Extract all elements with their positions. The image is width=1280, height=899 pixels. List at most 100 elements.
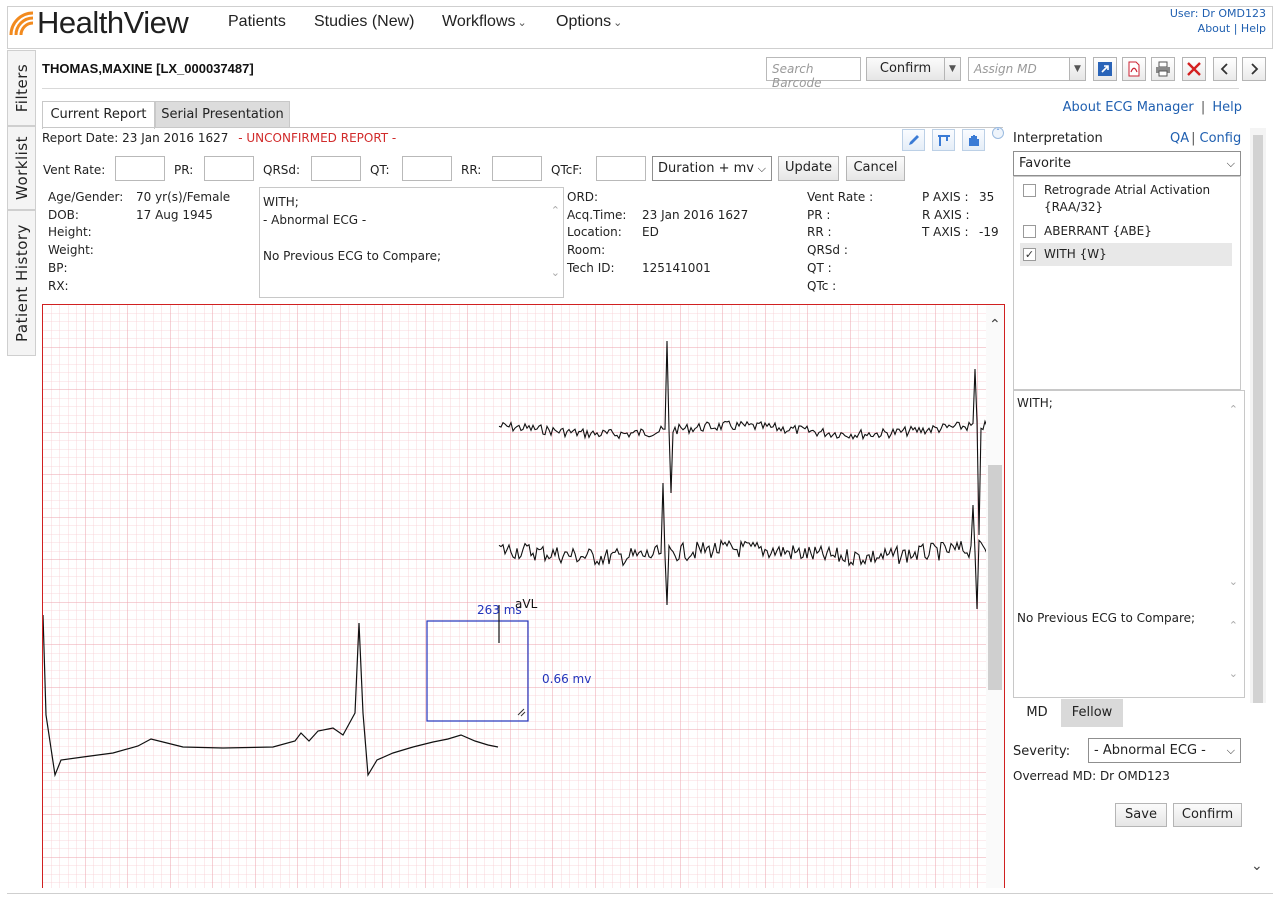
scroll-up-icon[interactable]: ⌃ xyxy=(989,317,1001,333)
ecg-manager-links: About ECG Manager | Help xyxy=(1063,100,1242,115)
caliper-icon[interactable] xyxy=(932,129,955,151)
report-date: Report Date: 23 Jan 2016 1627 - UNCONFIR… xyxy=(42,131,396,145)
qt-label: QT: xyxy=(370,163,390,177)
tab-serial-presentation[interactable]: Serial Presentation xyxy=(155,101,290,128)
qrsd-field[interactable] xyxy=(311,156,361,181)
tab-current-report[interactable]: Current Report xyxy=(42,101,155,129)
pdf-icon[interactable] xyxy=(1122,57,1146,81)
logo-icon xyxy=(9,11,34,36)
about-link[interactable]: About xyxy=(1198,22,1231,35)
hand-icon[interactable] xyxy=(962,129,985,151)
update-button[interactable]: Update xyxy=(778,156,839,181)
tab-filters[interactable]: Filters xyxy=(7,50,36,126)
divider xyxy=(42,88,1239,89)
save-button[interactable]: Save xyxy=(1115,803,1167,827)
interpretation-statements[interactable]: WITH; No Previous ECG to Compare; ⌃ ⌄ ⌃ … xyxy=(1013,390,1245,698)
pr-field[interactable] xyxy=(204,156,254,181)
qt-field[interactable] xyxy=(402,156,452,181)
scroll-up-icon[interactable]: ⌃ xyxy=(551,202,560,220)
ecg-tracing-area[interactable]: 263 ms aVL 0.66 mv xyxy=(42,304,1005,888)
nav-patients[interactable]: Patients xyxy=(228,13,286,31)
scroll-down-icon[interactable]: ⌄ xyxy=(1229,667,1238,680)
demographics-values: 70 yr(s)/Female 17 Aug 1945 xyxy=(136,189,230,224)
tab-label: Patient History xyxy=(12,224,31,342)
scrollbar-thumb[interactable] xyxy=(988,465,1002,690)
weight-label: Weight: xyxy=(48,243,94,258)
age-gender-value: 70 yr(s)/Female xyxy=(136,190,231,204)
next-icon[interactable] xyxy=(1242,57,1266,81)
tab-md[interactable]: MD xyxy=(1013,699,1061,727)
pr-label: PR: xyxy=(174,163,194,177)
vent-rate-label: Vent Rate : xyxy=(807,190,874,204)
comment-line: - Abnormal ECG - xyxy=(263,213,367,227)
scrollbar-thumb[interactable] xyxy=(1253,135,1263,703)
qtcf-field[interactable] xyxy=(596,156,646,181)
t-axis-value: -19 xyxy=(979,225,999,240)
interp-item-with[interactable]: ✓ WITH {W} xyxy=(1020,243,1232,266)
app-name: HealthView xyxy=(37,5,189,40)
collapse-icon[interactable]: ˆ xyxy=(992,127,1004,139)
top-navigation-bar xyxy=(7,6,1273,49)
scroll-up-icon[interactable]: ⌃ xyxy=(1229,619,1238,632)
scroll-down-icon[interactable]: ⌄ xyxy=(551,264,560,282)
nav-label: Options xyxy=(556,13,612,30)
nav-options[interactable]: Options ⌄ xyxy=(556,13,622,31)
report-status: - UNCONFIRMED REPORT - xyxy=(238,131,397,145)
favorite-select[interactable]: Favorite ⌵ xyxy=(1013,151,1241,176)
scroll-down-icon[interactable]: ⌄ xyxy=(1229,575,1238,588)
location-label: Location: xyxy=(567,225,622,240)
report-comment-box[interactable]: WITH; - Abnormal ECG - No Previous ECG t… xyxy=(259,187,564,298)
statement-line: No Previous ECG to Compare; xyxy=(1017,611,1196,625)
interp-item-raa[interactable]: Retrograde Atrial Activation {RAA/32} xyxy=(1020,179,1232,219)
tech-id-label: Tech ID: xyxy=(567,260,615,275)
checkbox-checked[interactable]: ✓ xyxy=(1023,248,1036,261)
vent-rate-field[interactable] xyxy=(115,156,165,181)
qt-label: QT : xyxy=(807,260,832,275)
qtcf-label: QTcF: xyxy=(551,163,583,177)
cancel-button[interactable]: Cancel xyxy=(846,156,905,181)
qrsd-label: QRSd : xyxy=(807,243,848,258)
help-link[interactable]: Help xyxy=(1241,22,1266,35)
tab-label: Filters xyxy=(12,63,31,113)
tab-patient-history[interactable]: Patient History xyxy=(7,210,36,356)
dob-value: 17 Aug 1945 xyxy=(136,207,213,222)
barcode-search-input[interactable]: Search Barcode xyxy=(766,57,861,90)
confirm-button[interactable]: Confirm xyxy=(866,57,945,81)
nav-studies[interactable]: Studies (New) xyxy=(314,13,414,31)
rr-field[interactable] xyxy=(492,156,542,181)
confirm-report-button[interactable]: Confirm xyxy=(1173,803,1242,827)
interp-item-aberrant[interactable]: ABERRANT {ABE} xyxy=(1020,220,1232,243)
assign-md-input[interactable]: Assign MD xyxy=(968,57,1070,81)
ecg-scrollbar[interactable]: ⌃ xyxy=(986,305,1004,888)
nav-workflows[interactable]: Workflows ⌄ xyxy=(442,13,527,31)
confirm-dropdown-arrow[interactable]: ▼ xyxy=(944,57,961,81)
nav-label: Patients xyxy=(228,13,286,30)
tab-worklist[interactable]: Worklist xyxy=(7,126,36,210)
tab-fellow[interactable]: Fellow xyxy=(1061,699,1123,727)
print-icon[interactable] xyxy=(1151,57,1175,81)
qrsd-label: QRSd: xyxy=(263,163,301,177)
previous-icon[interactable] xyxy=(1213,57,1237,81)
about-ecg-manager-link[interactable]: About ECG Manager xyxy=(1063,100,1194,115)
separator: | xyxy=(1191,131,1196,146)
checkbox[interactable] xyxy=(1023,184,1036,197)
scroll-down-icon[interactable]: ⌄ xyxy=(1251,858,1263,874)
help-link[interactable]: Help xyxy=(1212,100,1242,115)
close-icon[interactable] xyxy=(1182,57,1206,81)
measurement-mode-select[interactable]: Duration + mv ⌵ xyxy=(652,156,772,181)
checkbox[interactable] xyxy=(1023,225,1036,238)
scroll-up-icon[interactable]: ⌃ xyxy=(1229,403,1238,416)
bottom-border xyxy=(7,893,1273,894)
export-icon[interactable] xyxy=(1093,57,1117,81)
overread-md: Overread MD: Dr OMD123 xyxy=(1013,769,1170,783)
config-link[interactable]: Config xyxy=(1200,131,1242,146)
ord-label: ORD: xyxy=(567,190,599,204)
interp-item-label: ABERRANT {ABE} xyxy=(1044,224,1152,238)
app-logo[interactable]: HealthView xyxy=(7,5,189,40)
edit-icon[interactable] xyxy=(902,129,925,151)
severity-select[interactable]: - Abnormal ECG - ⌵ xyxy=(1088,738,1241,763)
qtc-label: QTc : xyxy=(807,278,837,293)
assign-md-dropdown-arrow[interactable]: ▼ xyxy=(1069,57,1086,81)
qa-link[interactable]: QA xyxy=(1170,131,1189,146)
comment-line: WITH; xyxy=(263,195,299,209)
